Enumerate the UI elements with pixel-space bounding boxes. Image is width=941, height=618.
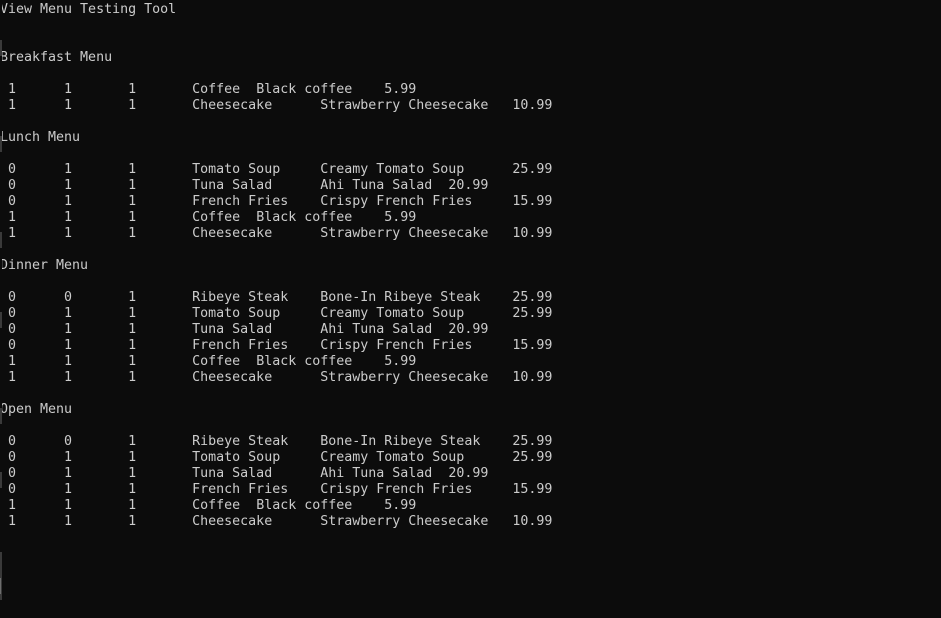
terminal-window[interactable]: View Menu Testing Tool Breakfast Menu 1 … [0,0,941,618]
text-cursor [0,578,1,594]
terminal-output: View Menu Testing Tool Breakfast Menu 1 … [0,2,553,529]
